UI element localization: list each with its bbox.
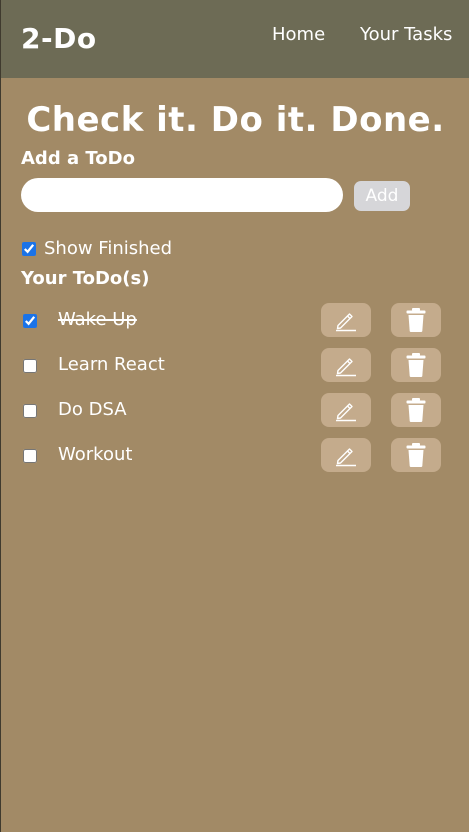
show-finished-label[interactable]: Show Finished	[44, 238, 172, 259]
todo-checkbox[interactable]	[23, 449, 37, 463]
todo-text: Workout	[58, 444, 133, 465]
todo-list: Wake Up Learn React Do DSA Workout	[1, 302, 469, 482]
todo-text: Learn React	[58, 354, 165, 375]
brand-logo-text[interactable]: 2-Do	[21, 22, 97, 55]
delete-button[interactable]	[391, 303, 441, 337]
todo-checkbox[interactable]	[23, 314, 37, 328]
todo-checkbox[interactable]	[23, 404, 37, 418]
trash-icon	[406, 353, 426, 377]
nav-link-your-tasks[interactable]: Your Tasks	[360, 24, 452, 45]
add-todo-heading: Add a ToDo	[21, 148, 135, 169]
todo-checkbox[interactable]	[23, 359, 37, 373]
pencil-icon	[336, 448, 356, 467]
todo-input[interactable]	[21, 178, 343, 212]
trash-icon	[406, 398, 426, 422]
todo-item: Learn React	[1, 347, 469, 392]
edit-button[interactable]	[321, 348, 371, 382]
todo-item: Wake Up	[1, 302, 469, 347]
page-title: Check it. Do it. Done.	[26, 100, 445, 140]
pencil-icon	[336, 358, 356, 377]
edit-button[interactable]	[321, 393, 371, 427]
todo-list-heading: Your ToDo(s)	[21, 268, 150, 289]
edit-button[interactable]	[321, 438, 371, 472]
delete-button[interactable]	[391, 393, 441, 427]
nav-link-home[interactable]: Home	[272, 24, 325, 45]
navbar: 2-Do Home Your Tasks	[1, 0, 469, 78]
delete-button[interactable]	[391, 438, 441, 472]
todo-item: Workout	[1, 437, 469, 482]
pencil-icon	[336, 403, 356, 422]
show-finished-checkbox[interactable]	[22, 241, 36, 256]
show-finished-toggle[interactable]: Show Finished	[22, 238, 172, 259]
todo-text: Do DSA	[58, 399, 127, 420]
delete-button[interactable]	[391, 348, 441, 382]
todo-text: Wake Up	[58, 309, 137, 330]
trash-icon	[406, 308, 426, 332]
pencil-icon	[336, 313, 356, 332]
add-button[interactable]: Add	[354, 181, 410, 211]
trash-icon	[406, 443, 426, 467]
edit-button[interactable]	[321, 303, 371, 337]
todo-item: Do DSA	[1, 392, 469, 437]
